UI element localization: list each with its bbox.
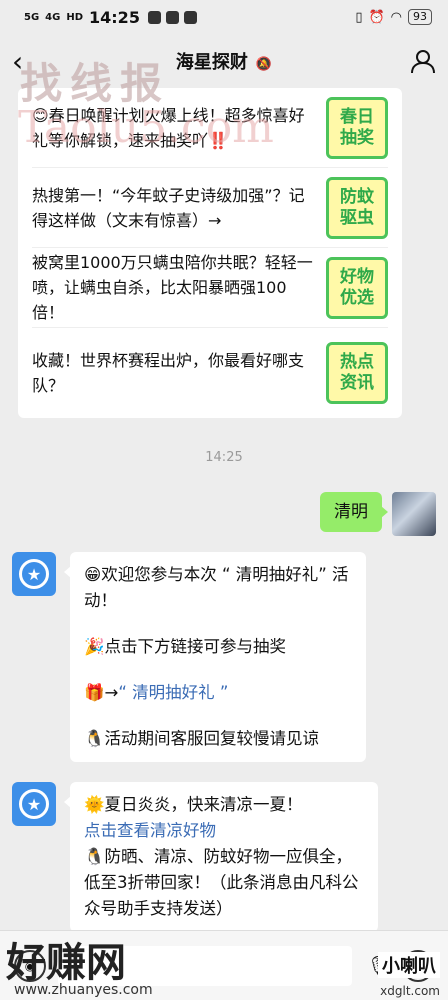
profile-icon[interactable] — [410, 48, 436, 74]
star-icon: ★ — [19, 789, 49, 819]
battery-indicator: 93 — [408, 9, 432, 25]
chat-title: 海星探财 🔕 — [175, 52, 273, 73]
alarm-icon: ⏰ — [368, 9, 385, 25]
article-title: 被窝里1000万只螨虫陪你共眠？轻轻一喷，让螨虫自杀，比太阳暴晒强100倍！ — [32, 253, 313, 322]
star-icon: ★ — [19, 559, 49, 589]
article-item[interactable]: 被窝里1000万只螨虫陪你共眠？轻轻一喷，让螨虫自杀，比太阳暴晒强100倍！ 好… — [32, 248, 388, 328]
incoming-message: ★ 😁欢迎您参与本次 “ 清明抽好礼” 活动！ 🎉点击下方链接可参与抽奖 🎁→“… — [12, 552, 366, 762]
input-bar: ◉ 🎙 + — [0, 930, 448, 1000]
avatar[interactable]: ★ — [12, 552, 56, 596]
incoming-message: ★ 🌞夏日炎炎，快来清凉一夏！ 点击查看清凉好物 🐧防晒、清凉、防蚊好物一应俱全… — [12, 782, 378, 932]
incoming-bubble: 🌞夏日炎炎，快来清凉一夏！ 点击查看清凉好物 🐧防晒、清凉、防蚊好物一应俱全，低… — [64, 782, 378, 932]
avatar[interactable] — [392, 492, 436, 536]
vibrate-icon: ▯ — [355, 9, 363, 25]
avatar[interactable]: ★ — [12, 782, 56, 826]
signal-5g: 5G — [24, 11, 40, 23]
message-input[interactable] — [58, 945, 352, 986]
notification-icon-2 — [165, 10, 179, 24]
wifi-icon: ◠ — [390, 9, 402, 25]
article-item[interactable]: 收藏！世界杯赛程出炉，你最看好哪支队？ 热点 资讯 — [32, 328, 388, 418]
bell-off-icon: 🔕 — [255, 57, 273, 72]
article-thumbnail: 春日 抽奖 — [326, 96, 388, 159]
outgoing-message: 清明 — [320, 492, 436, 536]
outgoing-bubble[interactable]: 清明 — [320, 492, 388, 532]
notification-icon-3 — [183, 10, 197, 24]
cool-products-link[interactable]: 点击查看清凉好物 — [84, 818, 364, 844]
article-thumbnail: 防蚊 驱虫 — [326, 176, 388, 239]
article-thumbnail: 好物 优选 — [326, 256, 388, 319]
article-card: 😊春日唤醒计划火爆上线！超多惊喜好礼等你解锁，速来抽奖吖‼️ 春日 抽奖 热搜第… — [18, 88, 402, 418]
status-bar: 5G 4G HD 14:25 ▯ ⏰ ◠ 93 — [0, 0, 448, 34]
hd-badge: HD — [66, 11, 84, 23]
article-item[interactable]: 热搜第一！“今年蚊子史诗级加强”？记得这样做（文末有惊喜）→ 防蚊 驱虫 — [32, 168, 388, 248]
notification-icon — [147, 10, 161, 24]
article-thumbnail: 热点 资讯 — [326, 342, 388, 404]
article-title: 收藏！世界杯赛程出炉，你最看好哪支队？ — [32, 351, 305, 395]
voice-toggle-icon[interactable]: ◉ — [14, 949, 46, 982]
more-plus-icon[interactable]: + — [402, 949, 434, 982]
nav-bar: ‹ 海星探财 🔕 — [0, 34, 448, 88]
status-time: 14:25 — [89, 7, 140, 27]
microphone-icon[interactable]: 🎙 — [364, 954, 394, 978]
message-timestamp: 14:25 — [205, 450, 243, 465]
article-item[interactable]: 😊春日唤醒计划火爆上线！超多惊喜好礼等你解锁，速来抽奖吖‼️ 春日 抽奖 — [32, 88, 388, 168]
article-title: 😊春日唤醒计划火爆上线！超多惊喜好礼等你解锁，速来抽奖吖‼️ — [32, 105, 305, 150]
back-arrow-icon[interactable]: ‹ — [12, 45, 42, 78]
incoming-bubble: 😁欢迎您参与本次 “ 清明抽好礼” 活动！ 🎉点击下方链接可参与抽奖 🎁→“ 清… — [64, 552, 366, 762]
lottery-link[interactable]: “ 清明抽好礼 ” — [118, 683, 228, 702]
article-title: 热搜第一！“今年蚊子史诗级加强”？记得这样做（文末有惊喜）→ — [32, 185, 305, 230]
signal-4g: 4G — [45, 11, 61, 23]
